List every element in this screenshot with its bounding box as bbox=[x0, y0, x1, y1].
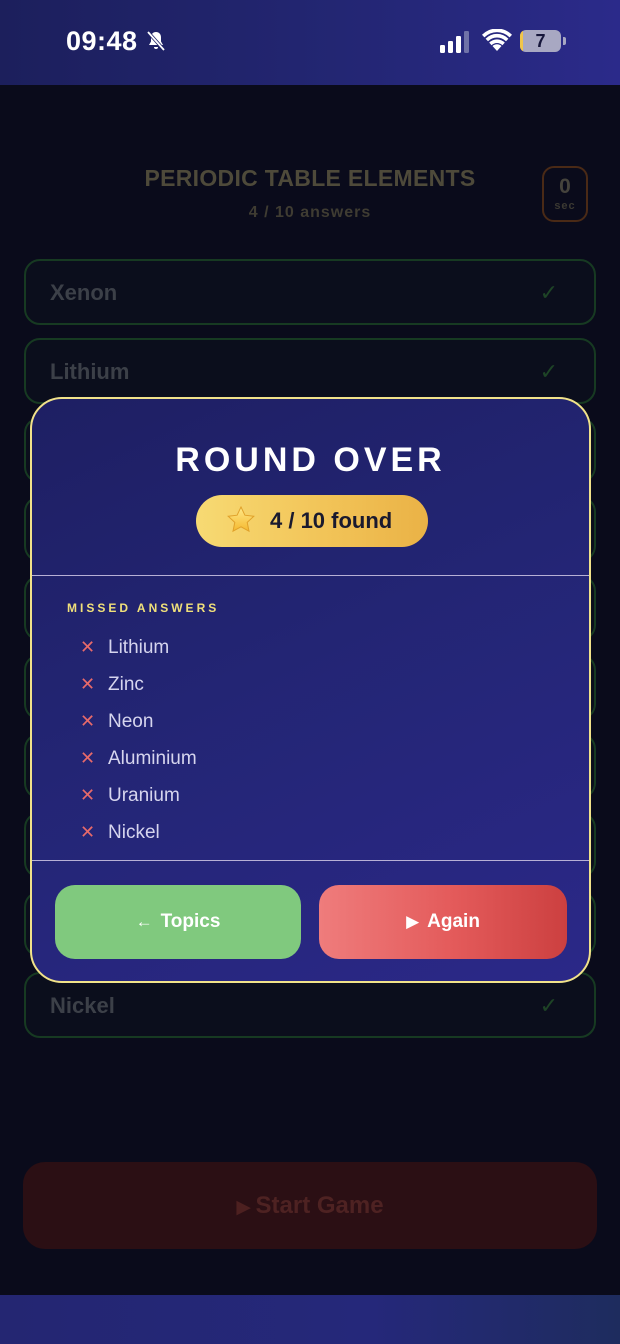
divider bbox=[32, 860, 589, 861]
cross-icon: ✕ bbox=[80, 637, 96, 657]
missed-answer-label: Neon bbox=[108, 710, 154, 732]
score-text: 4 / 10 found bbox=[270, 508, 393, 533]
answer-label: Lithium bbox=[50, 359, 130, 384]
list-item: ✕ Lithium bbox=[80, 629, 197, 666]
check-icon: ✓ bbox=[539, 993, 558, 1018]
timer-badge: 0 sec bbox=[542, 166, 588, 222]
score-badge: 4 / 10 found bbox=[196, 495, 428, 547]
missed-answer-label: Nickel bbox=[108, 821, 160, 843]
battery-level: 7 bbox=[535, 31, 546, 51]
quiz-title: PERIODIC TABLE ELEMENTS bbox=[144, 165, 476, 191]
arrow-left-icon: ← bbox=[135, 912, 153, 931]
modal-title: ROUND OVER bbox=[175, 441, 446, 479]
answer-row: Xenon ✓ bbox=[24, 259, 596, 325]
battery-nub bbox=[563, 37, 566, 45]
cross-icon: ✕ bbox=[80, 674, 96, 694]
cellular-signal-icon bbox=[440, 31, 469, 53]
timer-unit: sec bbox=[554, 200, 576, 212]
answer-count: 4 / 10 answers bbox=[248, 204, 372, 221]
play-icon: ▶ bbox=[236, 1197, 252, 1218]
missed-answers-list: ✕ Lithium ✕ Zinc ✕ Neon ✕ Aluminium ✕ Ur… bbox=[80, 629, 197, 851]
list-item: ✕ Uranium bbox=[80, 777, 197, 814]
round-over-modal: ROUND OVER 4 / 10 found MISSED ANSWERS ✕… bbox=[30, 397, 591, 983]
missed-answer-label: Lithium bbox=[108, 636, 170, 658]
topics-button[interactable]: ← Topics bbox=[55, 885, 301, 959]
answer-row: Lithium ✓ bbox=[24, 338, 596, 404]
cross-icon: ✕ bbox=[80, 785, 96, 805]
answer-label: Xenon bbox=[50, 280, 118, 305]
status-time: 09:48 bbox=[66, 26, 138, 56]
missed-answer-label: Zinc bbox=[108, 673, 144, 695]
list-item: ✕ Nickel bbox=[80, 814, 197, 851]
topics-button-label: Topics bbox=[160, 911, 221, 932]
list-item: ✕ Zinc bbox=[80, 666, 197, 703]
start-game-button: ▶ Start Game bbox=[23, 1162, 597, 1249]
cross-icon: ✕ bbox=[80, 748, 96, 768]
list-item: ✕ Aluminium bbox=[80, 740, 197, 777]
missed-answer-label: Uranium bbox=[108, 784, 180, 806]
list-item: ✕ Neon bbox=[80, 703, 197, 740]
start-game-label: Start Game bbox=[255, 1192, 384, 1219]
star-icon bbox=[227, 505, 255, 533]
cross-icon: ✕ bbox=[80, 711, 96, 731]
bell-slash-icon bbox=[146, 30, 166, 52]
timer-value: 0 bbox=[559, 175, 571, 198]
cross-icon: ✕ bbox=[80, 822, 96, 842]
answer-label: Nickel bbox=[50, 993, 115, 1018]
missed-answers-heading: MISSED ANSWERS bbox=[67, 601, 220, 615]
again-button-label: Again bbox=[427, 911, 480, 932]
check-icon: ✓ bbox=[539, 359, 558, 384]
divider bbox=[32, 575, 589, 576]
status-bar: 09:48 7 bbox=[0, 0, 620, 85]
wifi-icon bbox=[482, 29, 512, 51]
play-icon: ▶ bbox=[406, 912, 420, 931]
bottom-bar bbox=[0, 1295, 620, 1344]
check-icon: ✓ bbox=[539, 280, 558, 305]
battery-icon: 7 bbox=[520, 30, 561, 52]
again-button[interactable]: ▶ Again bbox=[319, 885, 567, 959]
missed-answer-label: Aluminium bbox=[108, 747, 197, 769]
